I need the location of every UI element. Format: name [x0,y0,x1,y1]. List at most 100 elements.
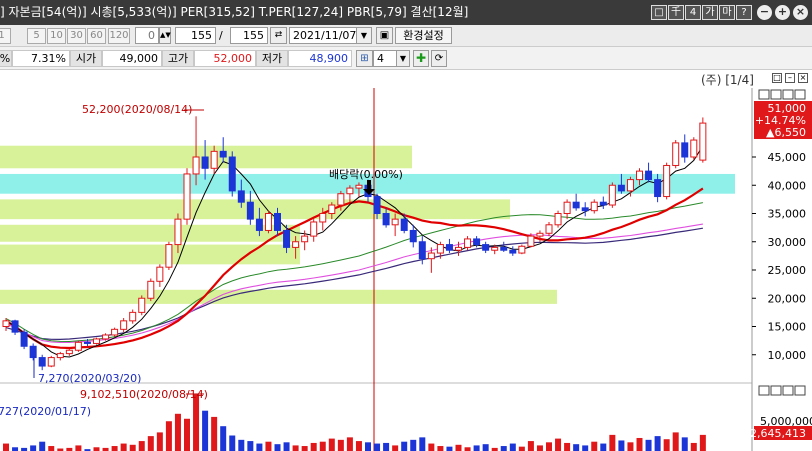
window-title: ] 자본금[54(억)] 시총[5,533(억)] PER[315,52] T.… [0,5,469,19]
minimize-icon[interactable]: − [757,5,772,20]
candle-body [319,213,327,223]
candle-body [527,235,535,247]
volume-bar [410,439,417,451]
axis-btn-4 [794,89,806,100]
add-icon[interactable]: ✚ [413,50,429,67]
volume-bar [419,437,426,451]
low-label: 저가 [256,50,288,67]
volume-bar [238,439,245,451]
volume-bar [446,446,453,451]
chart-header: (주) [1/4] □ – × [0,70,812,88]
chart-minimize-icon[interactable]: – [785,73,795,83]
price-ticks: 45,000 40,000 35,000 30,000 25,000 20,000 15,0… [752,151,806,362]
period-10-button[interactable]: 10 [47,28,66,44]
candle-body [654,179,662,198]
candle-body [518,245,526,254]
axis-btn-1 [758,89,770,100]
candle-body [409,229,417,243]
ga-button[interactable]: 가 [702,5,718,20]
volume-bar [654,436,661,451]
candle-body [672,142,680,166]
candle-body [355,184,363,189]
volume-bar [428,443,435,451]
chart-restore-icon[interactable]: □ [772,73,782,83]
volume-bar [663,439,670,451]
chart-close-icon[interactable]: × [798,73,808,83]
candle-body [626,179,634,192]
volume-bar [591,441,598,451]
volume-bar [645,439,652,451]
volume-bar [536,445,543,451]
period-60-button[interactable]: 60 [87,28,106,44]
ma120-line [5,223,703,344]
maximize-icon[interactable]: + [775,5,790,20]
count-input[interactable]: 155 [175,27,216,44]
window-box-button[interactable]: □ [651,5,667,20]
pct-label: % [0,50,12,67]
zone-5 [0,289,557,304]
volume-bar [184,418,190,451]
date-dropdown-icon[interactable]: ▼ [356,27,372,44]
offset-spin-icon[interactable]: ▲▼ [159,27,171,44]
volume-bar [48,446,55,451]
low-marker-label: 7,270(2020/03/20) [38,372,141,385]
four-button[interactable]: 4 [685,5,701,20]
title-bar: ] 자본금[54(억)] 시총[5,533(억)] PER[315,52] T.… [0,0,812,25]
grid-icon[interactable]: ⊞ [356,50,373,67]
volume-bar [627,442,634,451]
open-value: 49,000 [102,50,162,67]
candle-body [636,170,643,181]
volume-bar [283,442,290,451]
volume-bar [292,445,299,451]
zone-2 [0,199,510,220]
settings-button[interactable]: 환경설정 [395,27,452,44]
candle-body [93,338,100,344]
candle-body [473,238,481,246]
chart-page-indicator: (주) [1/4] [701,73,754,87]
volume-bar [274,444,281,451]
period-1-button[interactable]: 1 [0,28,11,44]
candle-body [572,201,580,209]
change-amount: ▲6,550 [766,126,806,139]
grid-dropdown-icon[interactable]: ▼ [396,50,410,67]
axis-btn-3 [782,89,794,100]
volume-bar [93,447,100,451]
thousand-button[interactable]: 千 [668,5,684,20]
candle-body [192,156,200,175]
vol-btn-3 [782,385,794,396]
refresh-icon[interactable]: ⇄ [270,27,287,44]
volume-bar [636,437,643,451]
volume-bar [174,413,181,451]
candle-body [301,235,309,243]
date-input[interactable]: 2021/11/07 [289,27,357,44]
grid-count-select[interactable]: 4 [373,50,397,67]
reload-icon[interactable]: ⟳ [431,50,447,67]
volume-bar [12,447,19,451]
candlestick-chart[interactable]: 51,000 +14.74% ▲6,550 45,00040,00035,000… [0,88,812,451]
candle-body [138,297,146,313]
period-toolbar: 1 5 10 30 60 120 0 ▲▼ 155 / 155 ⇄ 2021/1… [0,25,812,47]
volume-bar [618,440,625,451]
high-marker-label: 52,200(2020/08/14) [82,103,192,116]
volume-bar [518,446,525,451]
help-button[interactable]: ? [736,5,752,20]
volume-bar [220,426,227,451]
candle-body [400,218,408,231]
offset-input[interactable]: 0 [135,27,159,44]
high-label: 고가 [162,50,194,67]
ma-button[interactable]: 마 [719,5,735,20]
candle-body [237,190,245,203]
candle-body [246,201,254,220]
volume-bar [247,441,254,451]
period-120-button[interactable]: 120 [108,28,130,44]
period-5-button[interactable]: 5 [27,28,46,44]
volume-bar [129,444,136,451]
volume-bar [165,421,172,451]
volume-bar [374,443,381,451]
save-icon[interactable]: ▣ [376,27,393,44]
candle-body [509,249,517,254]
candle-body [47,357,55,367]
period-30-button[interactable]: 30 [67,28,86,44]
close-icon[interactable]: × [793,5,808,20]
candle-body [219,150,227,158]
